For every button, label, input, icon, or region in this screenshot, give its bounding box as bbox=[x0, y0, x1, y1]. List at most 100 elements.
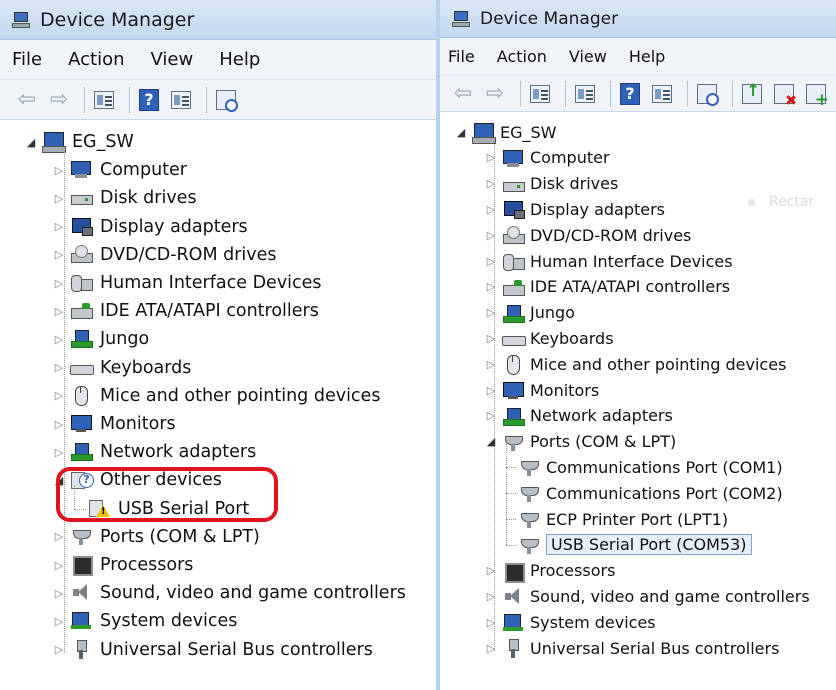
tree-root-computer[interactable]: ◢ EG_SW bbox=[24, 129, 134, 155]
tree-category-item[interactable]: ▷ Mice and other pointing devices bbox=[484, 351, 786, 377]
expand-triangle-icon[interactable]: ▷ bbox=[484, 151, 498, 164]
expand-triangle-icon[interactable]: ▷ bbox=[484, 409, 498, 422]
menu-action[interactable]: Action bbox=[497, 47, 547, 66]
tree-category-item[interactable]: ▷ System devices bbox=[52, 608, 238, 634]
expand-triangle-icon[interactable]: ▷ bbox=[52, 389, 66, 402]
tree-category-item[interactable]: ▷ Display adapters bbox=[52, 214, 248, 240]
collapse-triangle-icon[interactable]: ◢ bbox=[484, 435, 498, 448]
tree-category-item[interactable]: ▷ Monitors bbox=[52, 411, 176, 437]
expand-triangle-icon[interactable]: ▷ bbox=[484, 280, 498, 293]
expand-triangle-icon[interactable]: ▷ bbox=[484, 616, 498, 629]
expand-triangle-icon[interactable]: ▷ bbox=[484, 177, 498, 190]
tree-category-item[interactable]: ▷ Network adapters bbox=[484, 403, 673, 429]
action-pane-icon[interactable] bbox=[649, 81, 675, 107]
tree-item-label: Processors bbox=[530, 561, 616, 581]
tree-category-item[interactable]: ▷ Computer bbox=[484, 145, 610, 171]
menu-file[interactable]: File bbox=[448, 47, 475, 66]
tree-category-item[interactable]: ▷ IDE ATA/ATAPI controllers bbox=[52, 298, 319, 324]
tree-child-device[interactable]: ECP Printer Port (LPT1) bbox=[514, 506, 728, 532]
menu-view[interactable]: View bbox=[569, 47, 607, 66]
tree-category-item[interactable]: ▷ Sound, video and game controllers bbox=[52, 580, 406, 606]
expand-triangle-icon[interactable]: ▷ bbox=[52, 559, 66, 572]
expand-triangle-icon[interactable]: ▷ bbox=[484, 255, 498, 268]
tree-category-item[interactable]: ▷ DVD/CD-ROM drives bbox=[52, 242, 277, 268]
tree-category-item[interactable]: ▷ Human Interface Devices bbox=[484, 248, 733, 274]
window-title: Device Manager bbox=[40, 8, 195, 31]
expand-triangle-icon[interactable]: ▷ bbox=[484, 564, 498, 577]
expand-triangle-icon[interactable]: ▷ bbox=[52, 220, 66, 233]
tree-category-item[interactable]: ▷ Jungo bbox=[52, 326, 149, 352]
tree-category-item[interactable]: ▷ Disk drives bbox=[484, 171, 619, 197]
back-arrow-icon[interactable]: ⇦ bbox=[14, 87, 40, 113]
tree-category-item[interactable]: ▷ Ports (COM & LPT) bbox=[52, 524, 260, 550]
forward-arrow-icon[interactable]: ⇨ bbox=[46, 87, 72, 113]
tree-category-item[interactable]: ▷ Keyboards bbox=[484, 325, 614, 351]
expand-triangle-icon[interactable]: ▷ bbox=[52, 643, 66, 656]
add-hardware-icon[interactable] bbox=[803, 81, 829, 110]
tree-child-device[interactable]: USB Serial Port (COM53) bbox=[514, 532, 752, 558]
tree-category-item[interactable]: ▷ Mice and other pointing devices bbox=[52, 383, 380, 409]
expand-triangle-icon[interactable]: ▷ bbox=[52, 446, 66, 459]
expand-triangle-icon[interactable]: ▷ bbox=[52, 615, 66, 628]
expand-triangle-icon[interactable]: ▷ bbox=[52, 530, 66, 543]
uninstall-device-icon[interactable] bbox=[771, 81, 797, 109]
expand-triangle-icon[interactable]: ▷ bbox=[52, 361, 66, 374]
menu-bar: File Action View Help bbox=[440, 38, 836, 76]
expand-triangle-icon[interactable]: ▷ bbox=[484, 203, 498, 216]
tree-category-item[interactable]: ▷ Keyboards bbox=[52, 355, 192, 381]
expand-triangle-icon[interactable]: ▷ bbox=[484, 642, 498, 655]
tree-category-item[interactable]: ▷ DVD/CD-ROM drives bbox=[484, 222, 692, 248]
tree-root-computer[interactable]: ◢ EG_SW bbox=[454, 119, 556, 145]
expand-triangle-icon[interactable]: ▷ bbox=[52, 192, 66, 205]
menu-help[interactable]: Help bbox=[219, 49, 260, 70]
tree-category-item[interactable]: ▷ System devices bbox=[484, 609, 656, 635]
expand-triangle-icon[interactable]: ▷ bbox=[484, 358, 498, 371]
expand-triangle-icon[interactable]: ▷ bbox=[484, 332, 498, 345]
tree-category-item[interactable]: ▷ Human Interface Devices bbox=[52, 270, 322, 296]
scan-hardware-icon[interactable] bbox=[213, 87, 239, 113]
update-driver-icon[interactable] bbox=[739, 81, 765, 107]
title-bar: Device Manager bbox=[0, 0, 436, 40]
scan-hardware-icon[interactable] bbox=[694, 81, 720, 107]
menu-file[interactable]: File bbox=[12, 49, 42, 70]
tree-category-item[interactable]: ▷ Universal Serial Bus controllers bbox=[484, 635, 779, 661]
help-icon[interactable]: ? bbox=[136, 87, 162, 113]
tree-category-item[interactable]: ▷ Jungo bbox=[484, 300, 575, 326]
help-icon[interactable]: ? bbox=[617, 81, 643, 107]
tree-category-item[interactable]: ▷ Display adapters bbox=[484, 196, 665, 222]
tree-category-item[interactable]: ▷ Network adapters bbox=[52, 439, 256, 465]
tree-child-device[interactable]: Communications Port (COM1) bbox=[514, 454, 783, 480]
back-arrow-icon[interactable]: ⇦ bbox=[450, 81, 476, 107]
expand-triangle-icon[interactable]: ▷ bbox=[484, 384, 498, 397]
expand-triangle-icon[interactable]: ▷ bbox=[484, 306, 498, 319]
menu-help[interactable]: Help bbox=[629, 47, 665, 66]
tree-category-item[interactable]: ▷ Sound, video and game controllers bbox=[484, 583, 810, 609]
properties-icon[interactable] bbox=[168, 87, 194, 113]
tree-category-item[interactable]: ▷ IDE ATA/ATAPI controllers bbox=[484, 274, 730, 300]
tree-category-item[interactable]: ▷ Disk drives bbox=[52, 185, 197, 211]
expand-triangle-icon[interactable]: ▷ bbox=[52, 333, 66, 346]
properties-icon[interactable] bbox=[572, 81, 598, 107]
expand-triangle-icon[interactable]: ▷ bbox=[52, 587, 66, 600]
collapse-triangle-icon[interactable]: ◢ bbox=[454, 126, 468, 139]
menu-view[interactable]: View bbox=[151, 49, 194, 70]
tree-category-item[interactable]: ▷ Monitors bbox=[484, 377, 599, 403]
forward-arrow-icon[interactable]: ⇨ bbox=[482, 81, 508, 107]
expand-triangle-icon[interactable]: ▷ bbox=[52, 418, 66, 431]
tree-category-item[interactable]: ▷ Universal Serial Bus controllers bbox=[52, 637, 373, 663]
tree-category-item[interactable]: ▷ Processors bbox=[52, 552, 193, 578]
expand-triangle-icon[interactable]: ▷ bbox=[52, 305, 66, 318]
show-hide-console-tree-icon[interactable] bbox=[91, 87, 117, 113]
tree-category-item[interactable]: ▷ Processors bbox=[484, 558, 615, 584]
expand-triangle-icon[interactable]: ▷ bbox=[484, 229, 498, 242]
expand-triangle-icon[interactable]: ▷ bbox=[52, 277, 66, 290]
tree-category-item[interactable]: ▷ Computer bbox=[52, 157, 187, 183]
tree-child-device[interactable]: Communications Port (COM2) bbox=[514, 480, 783, 506]
show-hide-console-tree-icon[interactable] bbox=[527, 81, 553, 107]
expand-triangle-icon[interactable]: ▷ bbox=[52, 164, 66, 177]
collapse-triangle-icon[interactable]: ◢ bbox=[24, 136, 38, 149]
expand-triangle-icon[interactable]: ▷ bbox=[52, 248, 66, 261]
menu-action[interactable]: Action bbox=[68, 49, 124, 70]
expand-triangle-icon[interactable]: ▷ bbox=[484, 590, 498, 603]
tree-category-item[interactable]: ◢ Ports (COM & LPT) bbox=[484, 429, 676, 455]
